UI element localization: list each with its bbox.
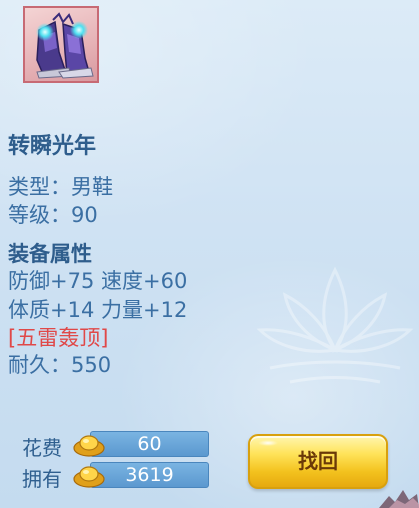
attribute-line-constitution-strength: 体质+14 力量+12 — [8, 298, 188, 322]
attributes-heading: 装备属性 — [8, 242, 92, 266]
item-icon-frame[interactable] — [23, 6, 99, 83]
owned-value: 3619 — [90, 462, 209, 488]
gold-ingot-icon — [73, 466, 105, 488]
item-type: 类型：男鞋 — [8, 175, 113, 199]
boots-icon — [36, 12, 94, 79]
special-skill: [五雷轰顶] — [8, 326, 109, 350]
corner-ornament-icon — [379, 490, 419, 508]
item-level: 等级：90 — [8, 203, 98, 227]
item-durability: 耐久：550 — [8, 353, 112, 377]
find-back-label: 找回 — [298, 449, 338, 473]
button-sparkle — [258, 440, 278, 446]
item-name: 转瞬光年 — [8, 134, 97, 159]
owned-label: 拥有 — [22, 467, 62, 491]
lotus-watermark-icon — [256, 266, 414, 384]
cost-value: 60 — [90, 431, 209, 457]
attribute-line-defense-speed: 防御+75 速度+60 — [8, 269, 188, 293]
cost-label: 花费 — [22, 436, 62, 460]
gold-ingot-icon — [73, 435, 105, 457]
